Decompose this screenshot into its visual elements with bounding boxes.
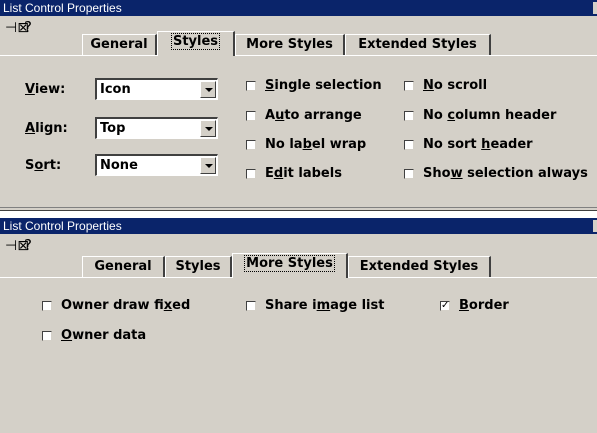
checkbox-box[interactable] <box>42 301 52 311</box>
tab-label: Extended Styles <box>358 37 477 52</box>
checkbox-box[interactable] <box>404 81 414 91</box>
list-control-properties-dialog-styles: List Control Properties ⊣⊠ ? General Sty… <box>0 0 597 211</box>
checkbox-box[interactable] <box>246 169 256 179</box>
checkbox-label: Owner data <box>61 328 147 343</box>
view-label: View: <box>25 82 66 97</box>
tab-pane-top-edge <box>0 55 597 56</box>
owner-draw-fixed-checkbox[interactable]: Owner draw fixed <box>42 298 190 314</box>
share-image-list-checkbox[interactable]: Share image list <box>246 298 384 314</box>
close-button[interactable] <box>593 220 597 232</box>
view-dropdown[interactable]: Icon <box>95 78 218 100</box>
show-selection-always-checkbox[interactable]: Show selection always <box>404 166 588 182</box>
checkbox-box[interactable] <box>404 111 414 121</box>
checkbox-box[interactable] <box>246 140 256 150</box>
no-scroll-checkbox[interactable]: No scroll <box>404 78 487 94</box>
tab-general[interactable]: General <box>82 256 165 277</box>
checkbox-box[interactable]: ✓ <box>440 301 450 311</box>
no-label-wrap-checkbox[interactable]: No label wrap <box>246 137 366 153</box>
checkbox-label: No sort header <box>423 137 533 152</box>
dialog-title: List Control Properties <box>3 219 122 233</box>
tab-general[interactable]: General <box>82 34 157 55</box>
title-bar: List Control Properties <box>0 0 597 16</box>
checkbox-box[interactable] <box>404 169 414 179</box>
checkbox-box[interactable] <box>246 301 256 311</box>
title-bar: List Control Properties <box>0 218 597 234</box>
tab-more-styles[interactable]: More Styles <box>235 34 345 55</box>
sort-dropdown[interactable]: None <box>95 154 218 176</box>
edit-labels-checkbox[interactable]: Edit labels <box>246 166 342 182</box>
tab-label: Styles <box>175 259 221 274</box>
tab-styles[interactable]: Styles <box>165 256 232 277</box>
owner-data-checkbox[interactable]: Owner data <box>42 328 146 344</box>
checkbox-label: Show selection always <box>423 166 588 181</box>
checkmark-icon: ✓ <box>441 300 450 311</box>
align-label: Align: <box>25 121 68 136</box>
checkbox-label: Auto arrange <box>265 108 362 123</box>
align-dropdown[interactable]: Top <box>95 117 218 139</box>
question-mark-icon[interactable]: ? <box>24 19 32 35</box>
checkbox-box[interactable] <box>246 111 256 121</box>
sort-label: Sort: <box>25 158 62 173</box>
tab-label: More Styles <box>246 37 333 52</box>
chevron-down-icon[interactable] <box>200 120 216 137</box>
auto-arrange-checkbox[interactable]: Auto arrange <box>246 108 362 124</box>
checkbox-box[interactable] <box>246 81 256 91</box>
tab-label: General <box>94 259 152 274</box>
list-control-properties-dialog-more-styles: List Control Properties ⊣⊠ ? General Sty… <box>0 218 597 433</box>
chevron-down-icon[interactable] <box>200 81 216 98</box>
close-button[interactable] <box>593 2 597 14</box>
view-value: Icon <box>100 82 131 97</box>
checkbox-label: No column header <box>423 108 557 123</box>
tab-styles[interactable]: Styles <box>157 31 235 56</box>
no-sort-header-checkbox[interactable]: No sort header <box>404 137 533 153</box>
checkbox-label: Single selection <box>265 78 382 93</box>
tab-label: More Styles <box>244 255 335 272</box>
checkbox-box[interactable] <box>404 140 414 150</box>
no-column-header-checkbox[interactable]: No column header <box>404 108 556 124</box>
tab-extended-styles[interactable]: Extended Styles <box>345 34 491 55</box>
checkbox-label: Owner draw fixed <box>61 298 191 313</box>
tab-extended-styles[interactable]: Extended Styles <box>348 256 491 277</box>
checkbox-box[interactable] <box>42 331 52 341</box>
chevron-down-icon[interactable] <box>200 157 216 174</box>
checkbox-label: Edit labels <box>265 166 342 181</box>
single-selection-checkbox[interactable]: Single selection <box>246 78 382 94</box>
checkbox-label: No label wrap <box>265 137 367 152</box>
checkbox-label: No scroll <box>423 78 488 93</box>
border-checkbox[interactable]: ✓ Border <box>440 298 509 314</box>
checkbox-label: Share image list <box>265 298 385 313</box>
separator <box>0 211 597 218</box>
tab-label: Styles <box>170 33 221 50</box>
checkbox-label: Border <box>459 298 509 313</box>
sort-value: None <box>100 158 138 173</box>
tab-label: Extended Styles <box>359 259 479 274</box>
dialog-title: List Control Properties <box>3 1 122 15</box>
question-mark-icon[interactable]: ? <box>24 237 32 253</box>
align-value: Top <box>100 121 126 136</box>
tab-label: General <box>90 37 148 52</box>
tab-more-styles[interactable]: More Styles <box>232 253 348 278</box>
